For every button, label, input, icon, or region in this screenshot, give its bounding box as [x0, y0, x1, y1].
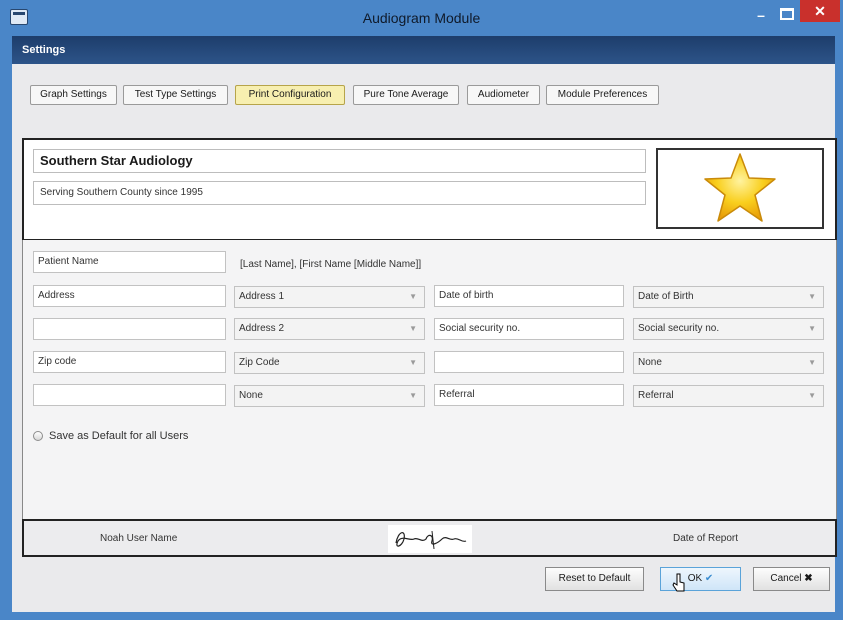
- cancel-label: Cancel: [770, 573, 802, 584]
- tab-module-preferences[interactable]: Module Preferences: [546, 85, 659, 105]
- minimize-button[interactable]: –: [752, 8, 770, 23]
- row1-left-field[interactable]: Address: [33, 285, 226, 307]
- select-value: Address 1: [239, 291, 285, 302]
- row2-left-select[interactable]: Address 2 ▼: [234, 318, 425, 340]
- cancel-x-icon: ✖: [804, 573, 813, 584]
- row4-left-field[interactable]: [33, 384, 226, 406]
- chevron-down-icon: ▼: [808, 324, 816, 333]
- tab-print-configuration[interactable]: Print Configuration: [235, 85, 345, 105]
- save-default-radio[interactable]: [33, 431, 43, 441]
- cancel-button[interactable]: Cancel ✖: [753, 567, 830, 591]
- settings-header-bar: [12, 36, 835, 64]
- window-frame-left: [0, 36, 12, 620]
- practice-name-field[interactable]: Southern Star Audiology: [33, 149, 646, 173]
- tab-audiometer[interactable]: Audiometer: [467, 85, 540, 105]
- maximize-button[interactable]: [780, 8, 794, 20]
- chevron-down-icon: ▼: [409, 292, 417, 301]
- row4-right-field[interactable]: Referral: [434, 384, 624, 406]
- row4-left-select[interactable]: None ▼: [234, 385, 425, 407]
- practice-subtitle-field[interactable]: Serving Southern County since 1995: [33, 181, 646, 205]
- select-value: Zip Code: [239, 357, 280, 368]
- window-frame-bottom: [0, 612, 843, 620]
- row1-right-field[interactable]: Date of birth: [434, 285, 624, 307]
- row3-left-field[interactable]: Zip code: [33, 351, 226, 373]
- select-value: Address 2: [239, 323, 285, 334]
- ok-label: OK: [687, 573, 703, 584]
- select-value: None: [638, 357, 662, 368]
- select-value: Social security no.: [638, 323, 720, 334]
- mouse-cursor-icon: [672, 573, 685, 592]
- patient-name-label-field[interactable]: Patient Name: [33, 251, 226, 273]
- save-default-label: Save as Default for all Users: [49, 430, 189, 442]
- chevron-down-icon: ▼: [808, 391, 816, 400]
- chevron-down-icon: ▼: [808, 292, 816, 301]
- chevron-down-icon: ▼: [409, 358, 417, 367]
- close-button[interactable]: ✕: [800, 0, 840, 22]
- footer-date-label: Date of Report: [673, 533, 739, 544]
- signature-image[interactable]: [388, 525, 472, 553]
- row1-right-select[interactable]: Date of Birth ▼: [633, 286, 824, 308]
- tab-pure-tone-average[interactable]: Pure Tone Average: [353, 85, 459, 105]
- signature-icon: [395, 530, 467, 550]
- row2-left-field[interactable]: [33, 318, 226, 340]
- tab-test-type-settings[interactable]: Test Type Settings: [123, 85, 228, 105]
- footer-user-name: Noah User Name: [100, 533, 178, 544]
- checkmark-icon: ✔: [704, 573, 714, 584]
- row2-right-select[interactable]: Social security no. ▼: [633, 318, 824, 340]
- row3-right-field[interactable]: [434, 351, 624, 373]
- chevron-down-icon: ▼: [409, 391, 417, 400]
- patient-fields-panel: [22, 240, 837, 519]
- tab-graph-settings[interactable]: Graph Settings: [30, 85, 117, 105]
- select-value: None: [239, 390, 263, 401]
- select-value: Date of Birth: [638, 291, 694, 302]
- row1-left-select[interactable]: Address 1 ▼: [234, 286, 425, 308]
- window-title: Audiogram Module: [362, 10, 481, 26]
- row3-right-select[interactable]: None ▼: [633, 352, 824, 374]
- logo-box[interactable]: [656, 148, 824, 229]
- chevron-down-icon: ▼: [808, 358, 816, 367]
- row3-left-select[interactable]: Zip Code ▼: [234, 352, 425, 374]
- select-value: Referral: [638, 390, 674, 401]
- chevron-down-icon: ▼: [409, 324, 417, 333]
- settings-title: Settings: [22, 44, 66, 56]
- reset-to-default-button[interactable]: Reset to Default: [545, 567, 644, 591]
- row4-right-select[interactable]: Referral ▼: [633, 385, 824, 407]
- patient-name-format: [Last Name], [First Name [Middle Name]]: [240, 259, 422, 270]
- row2-right-field[interactable]: Social security no.: [434, 318, 624, 340]
- star-icon: [704, 153, 776, 222]
